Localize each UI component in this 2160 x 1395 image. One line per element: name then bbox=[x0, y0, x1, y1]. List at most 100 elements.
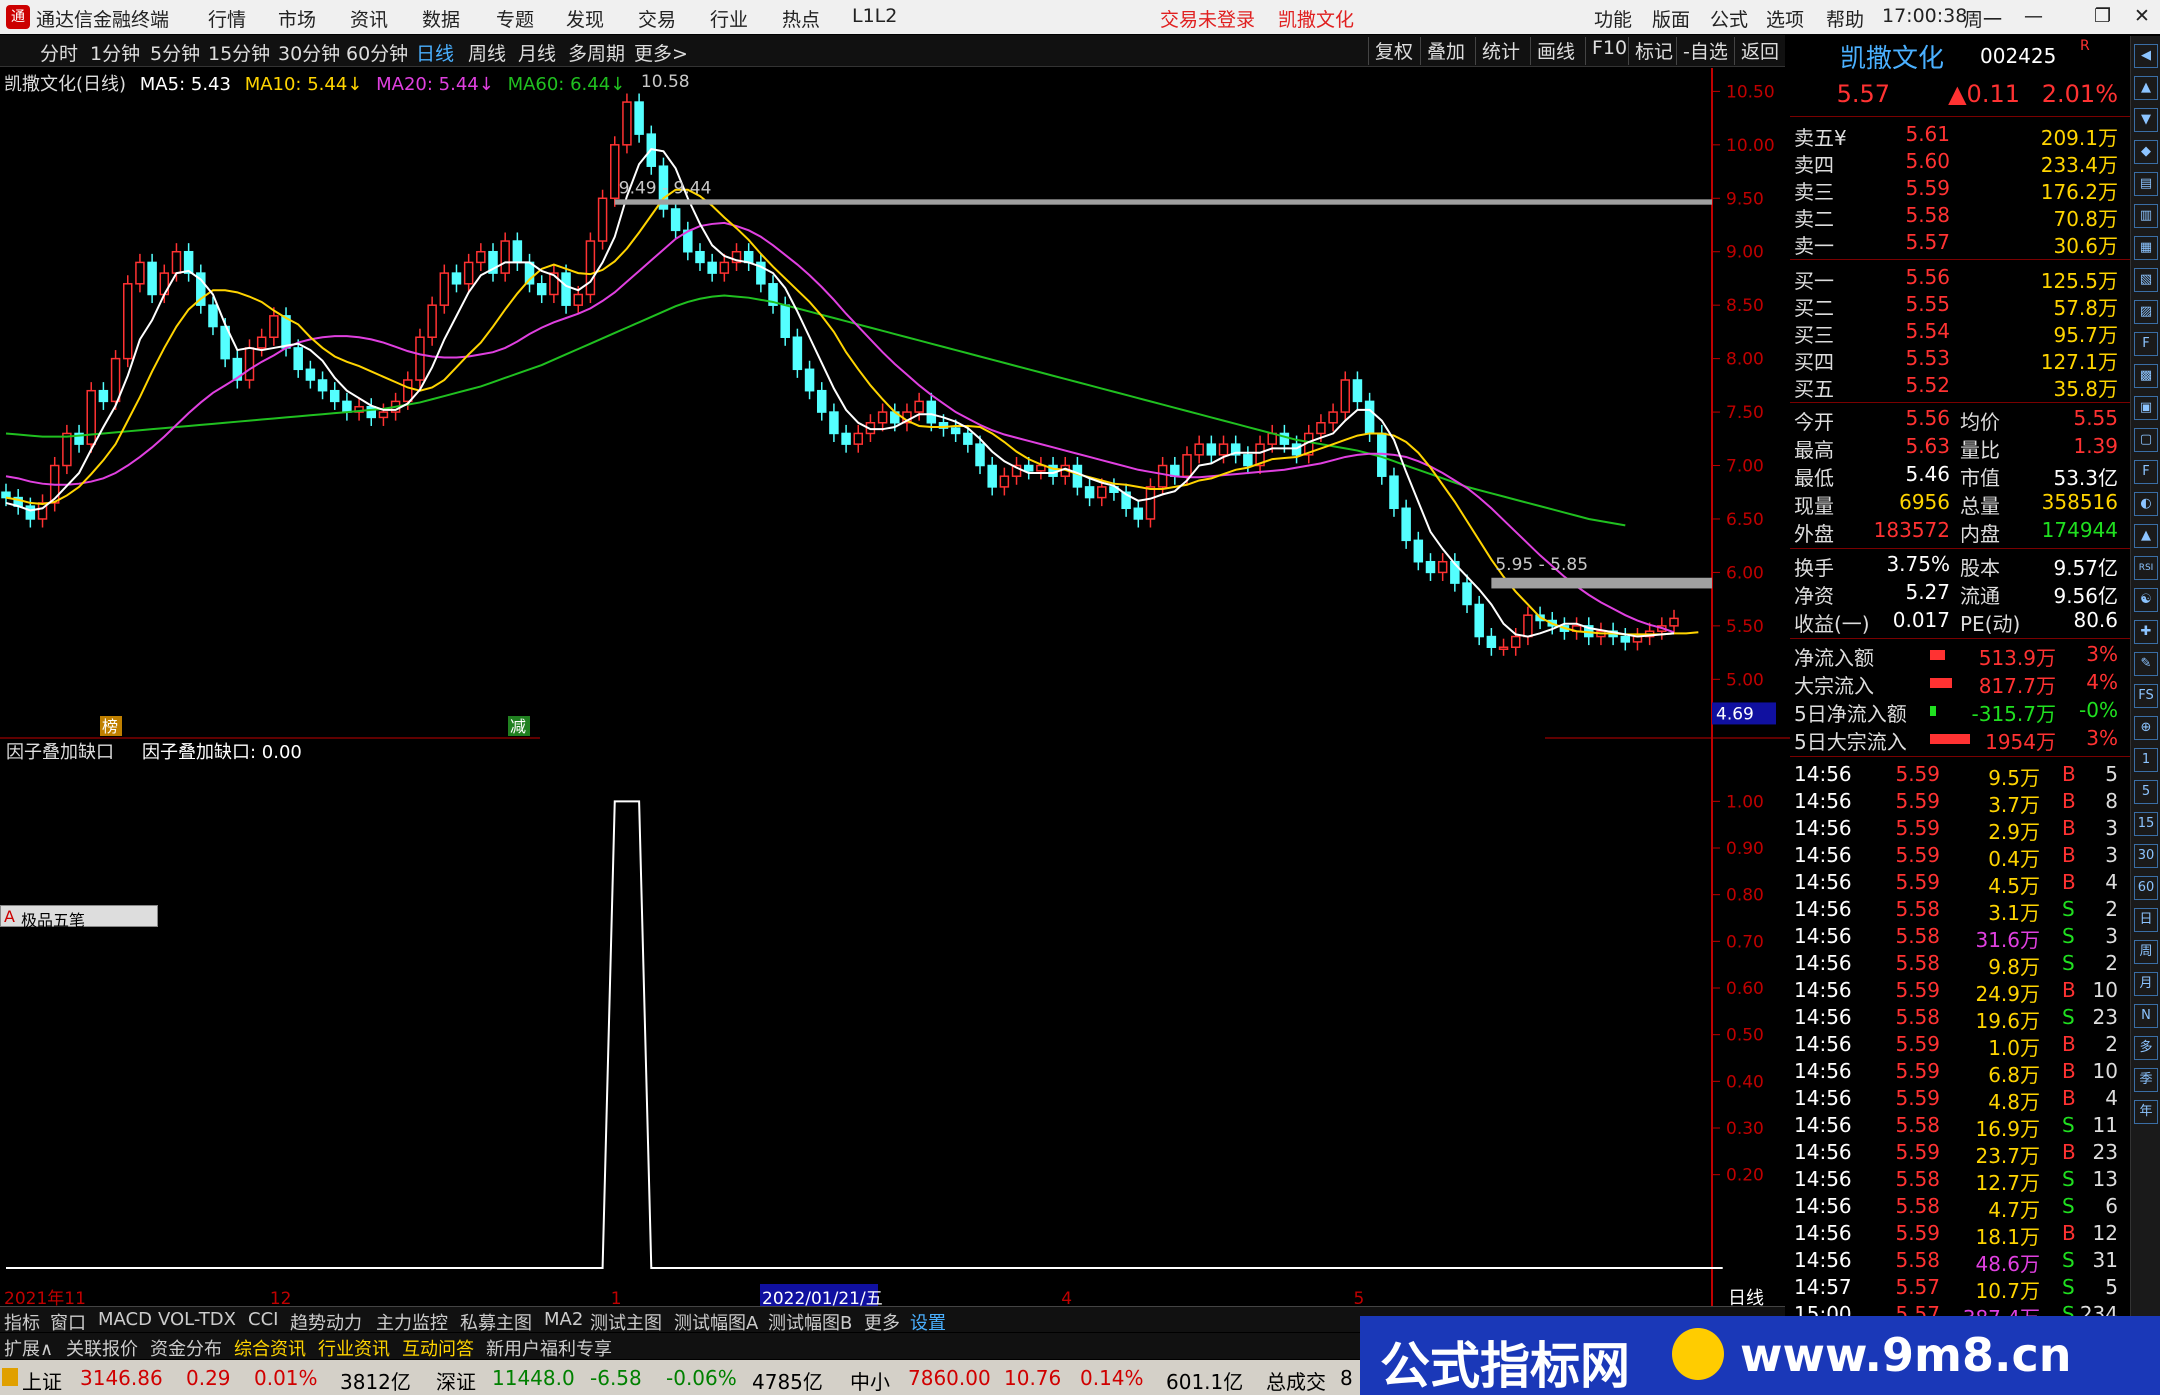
sidebar-icon-33[interactable]: 年 bbox=[2134, 1100, 2158, 1124]
info-tab-4[interactable]: 行业资讯 bbox=[318, 1335, 390, 1361]
sidebar-icon-20[interactable]: FS bbox=[2134, 684, 2158, 708]
login-status[interactable]: 交易未登录 bbox=[1160, 5, 1255, 32]
kline-chart[interactable]: 10.5010.009.509.008.508.007.507.006.506.… bbox=[0, 68, 1790, 1306]
sidebar-icon-28[interactable]: 周 bbox=[2134, 940, 2158, 964]
sidebar-icon-7[interactable]: ▧ bbox=[2134, 268, 2158, 292]
indicator-tab-10[interactable]: 测试幅图A bbox=[674, 1309, 758, 1335]
indicator-tab-5[interactable]: 趋势动力 bbox=[290, 1309, 362, 1335]
sidebar-icon-19[interactable]: ✎ bbox=[2134, 652, 2158, 676]
menu-7[interactable]: 行业 bbox=[710, 5, 748, 32]
right-menu-4[interactable]: 帮助 bbox=[1826, 5, 1864, 32]
close-button[interactable]: ✕ bbox=[2134, 5, 2150, 27]
sidebar-icon-11[interactable]: ▣ bbox=[2134, 396, 2158, 420]
sidebar-icon-10[interactable]: ▩ bbox=[2134, 364, 2158, 388]
sidebar-icon-18[interactable]: ✚ bbox=[2134, 620, 2158, 644]
indicator-tab-8[interactable]: MA2 bbox=[544, 1309, 583, 1330]
sidebar-icon-17[interactable]: ☯ bbox=[2134, 588, 2158, 612]
sidebar-icon-29[interactable]: 月 bbox=[2134, 972, 2158, 996]
tool-0[interactable]: 复权 bbox=[1368, 37, 1419, 65]
ime-mode-label[interactable]: A bbox=[4, 907, 15, 926]
sidebar-icon-0[interactable]: ◀ bbox=[2134, 44, 2158, 68]
tick-time: 14:56 bbox=[1794, 870, 1852, 894]
menu-5[interactable]: 发现 bbox=[566, 5, 604, 32]
right-menu-0[interactable]: 功能 bbox=[1594, 5, 1632, 32]
flow-label: 5日大宗流入 bbox=[1794, 730, 1907, 754]
sidebar-icon-13[interactable]: F bbox=[2134, 460, 2158, 484]
indicator-tab-12[interactable]: 更多 bbox=[864, 1309, 900, 1335]
sidebar-icon-2[interactable]: ▼ bbox=[2134, 108, 2158, 132]
menu-6[interactable]: 交易 bbox=[638, 5, 676, 32]
sidebar-icon-12[interactable]: ▢ bbox=[2134, 428, 2158, 452]
sidebar-icon-16[interactable]: RSI bbox=[2134, 556, 2158, 580]
right-menu-3[interactable]: 选项 bbox=[1766, 5, 1804, 32]
sidebar-icon-14[interactable]: ◐ bbox=[2134, 492, 2158, 516]
tool-1[interactable]: 叠加 bbox=[1420, 37, 1471, 65]
sidebar-icon-5[interactable]: ▥ bbox=[2134, 204, 2158, 228]
restore-button[interactable]: ❐ bbox=[2094, 5, 2111, 27]
period-0[interactable]: 分时 bbox=[40, 39, 78, 66]
indicator-tab-13[interactable]: 设置 bbox=[910, 1309, 946, 1335]
sidebar-icon-3[interactable]: ◆ bbox=[2134, 140, 2158, 164]
period-6[interactable]: 日线 bbox=[416, 39, 454, 66]
menu-9[interactable]: L1L2 bbox=[852, 5, 897, 27]
indicator-tab-3[interactable]: VOL-TDX bbox=[158, 1309, 236, 1330]
tool-5[interactable]: 标记 bbox=[1628, 37, 1679, 65]
indicator-tab-11[interactable]: 测试幅图B bbox=[768, 1309, 852, 1335]
indicator-tab-4[interactable]: CCI bbox=[248, 1309, 278, 1330]
sidebar-icon-30[interactable]: N bbox=[2134, 1004, 2158, 1028]
indicator-tab-2[interactable]: MACD bbox=[98, 1309, 152, 1330]
ime-toolbar[interactable]: A 极品五笔 bbox=[0, 905, 158, 930]
sidebar-icon-1[interactable]: ▲ bbox=[2134, 76, 2158, 100]
indicator-tab-9[interactable]: 测试主图 bbox=[590, 1309, 662, 1335]
menu-0[interactable]: 行情 bbox=[208, 5, 246, 32]
sidebar-icon-9[interactable]: F bbox=[2134, 332, 2158, 356]
menu-3[interactable]: 数据 bbox=[422, 5, 460, 32]
indicator-tab-7[interactable]: 私募主图 bbox=[460, 1309, 532, 1335]
sidebar-icon-23[interactable]: 5 bbox=[2134, 780, 2158, 804]
sidebar-icon-6[interactable]: ▦ bbox=[2134, 236, 2158, 260]
sidebar-icon-26[interactable]: 60 bbox=[2134, 876, 2158, 900]
candle-body bbox=[329, 389, 340, 403]
sidebar-icon-8[interactable]: ▨ bbox=[2134, 300, 2158, 324]
candle-body bbox=[804, 368, 815, 392]
period-7[interactable]: 周线 bbox=[468, 39, 506, 66]
period-9[interactable]: 多周期 bbox=[568, 39, 625, 66]
period-1[interactable]: 1分钟 bbox=[90, 39, 140, 66]
sidebar-icon-25[interactable]: 30 bbox=[2134, 844, 2158, 868]
info-tab-3[interactable]: 综合资讯 bbox=[234, 1335, 306, 1361]
sidebar-icon-27[interactable]: 日 bbox=[2134, 908, 2158, 932]
period-8[interactable]: 月线 bbox=[518, 39, 556, 66]
menu-4[interactable]: 专题 bbox=[496, 5, 534, 32]
sidebar-icon-22[interactable]: 1 bbox=[2134, 748, 2158, 772]
info-tab-1[interactable]: 关联报价 bbox=[66, 1335, 138, 1361]
info-tab-0[interactable]: 扩展∧ bbox=[4, 1335, 53, 1361]
info-tab-6[interactable]: 新用户福利专享 bbox=[486, 1335, 612, 1361]
tool-3[interactable]: 画线 bbox=[1530, 37, 1581, 65]
tool-7[interactable]: 返回 bbox=[1734, 37, 1785, 65]
indicator-tab-6[interactable]: 主力监控 bbox=[376, 1309, 448, 1335]
indicator-tab-0[interactable]: 指标 bbox=[4, 1309, 40, 1335]
period-2[interactable]: 5分钟 bbox=[150, 39, 200, 66]
sidebar-icon-15[interactable]: ▲ bbox=[2134, 524, 2158, 548]
sidebar-icon-32[interactable]: 季 bbox=[2134, 1068, 2158, 1092]
sidebar-icon-31[interactable]: 多 bbox=[2134, 1036, 2158, 1060]
menu-1[interactable]: 市场 bbox=[278, 5, 316, 32]
minimize-button[interactable]: — bbox=[2024, 5, 2043, 27]
menu-2[interactable]: 资讯 bbox=[350, 5, 388, 32]
period-10[interactable]: 更多> bbox=[634, 39, 688, 66]
sidebar-icon-24[interactable]: 15 bbox=[2134, 812, 2158, 836]
info-tab-2[interactable]: 资金分布 bbox=[150, 1335, 222, 1361]
period-4[interactable]: 30分钟 bbox=[278, 39, 340, 66]
tool-6[interactable]: -自选 bbox=[1676, 37, 1734, 65]
right-menu-2[interactable]: 公式 bbox=[1710, 5, 1748, 32]
tool-4[interactable]: F10 bbox=[1585, 37, 1633, 65]
indicator-tab-1[interactable]: 窗口 bbox=[50, 1309, 86, 1335]
sidebar-icon-21[interactable]: ⊕ bbox=[2134, 716, 2158, 740]
info-tab-5[interactable]: 互动问答 bbox=[402, 1335, 474, 1361]
period-3[interactable]: 15分钟 bbox=[208, 39, 270, 66]
tool-2[interactable]: 统计 bbox=[1475, 37, 1526, 65]
period-5[interactable]: 60分钟 bbox=[346, 39, 408, 66]
menu-8[interactable]: 热点 bbox=[782, 5, 820, 32]
sidebar-icon-4[interactable]: ▤ bbox=[2134, 172, 2158, 196]
right-menu-1[interactable]: 版面 bbox=[1652, 5, 1690, 32]
